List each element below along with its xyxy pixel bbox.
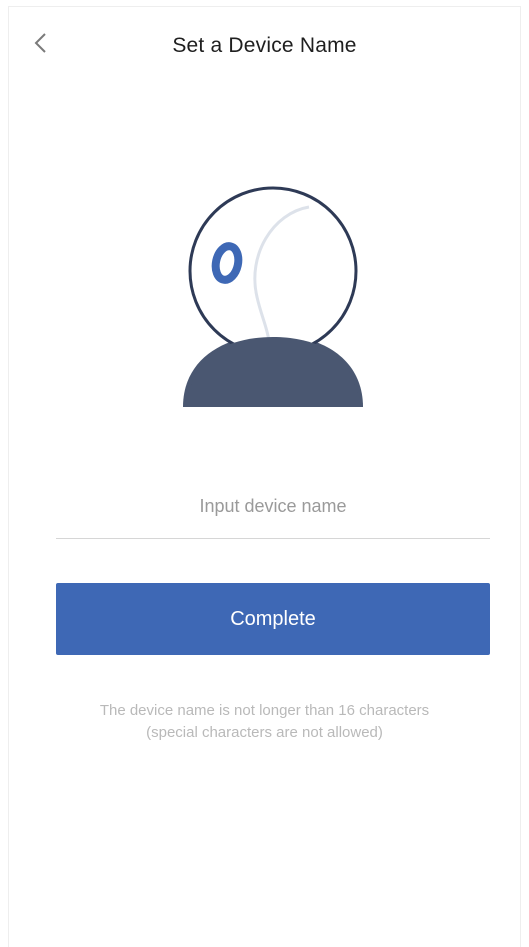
hint-line-1: The device name is not longer than 16 ch… [99,702,430,719]
nav-bar: Set a Device Name [9,7,520,79]
name-rules-hint: The device name is not longer than 16 ch… [9,700,520,744]
device-name-input[interactable] [56,475,490,539]
page-title: Set a Device Name [172,34,357,57]
hint-line-2: (special characters are not allowed) [146,724,383,741]
complete-button[interactable]: Complete [56,583,490,655]
device-illustration [181,185,365,409]
screen: Set a Device Name Complete The device na… [8,6,521,947]
dome-camera-icon [183,186,363,407]
camera-lens [211,242,243,284]
